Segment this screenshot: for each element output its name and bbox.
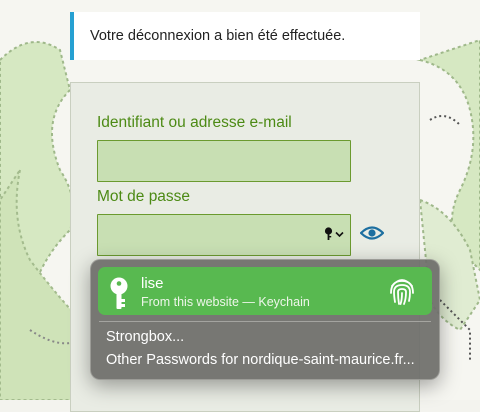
fingerprint-icon [390, 279, 414, 305]
saved-credential-item[interactable]: lise From this website — Keychain [98, 267, 432, 315]
key-icon [324, 227, 333, 240]
username-label: Identifiant ou adresse e-mail [97, 114, 292, 131]
credential-username: lise [141, 275, 164, 292]
password-field[interactable] [97, 214, 351, 256]
other-passwords-option[interactable]: Other Passwords for nordique-saint-mauri… [106, 352, 415, 368]
password-autofill-popup: lise From this website — Keychain Strong… [90, 259, 440, 380]
eye-icon[interactable] [360, 224, 384, 242]
password-autofill-button[interactable] [324, 227, 344, 241]
logout-notice-text: Votre déconnexion a bien été effectuée. [90, 28, 346, 44]
popup-divider [99, 321, 431, 322]
strongbox-option[interactable]: Strongbox... [106, 329, 184, 345]
password-label: Mot de passe [97, 188, 191, 205]
logout-notice: Votre déconnexion a bien été effectuée. [70, 12, 420, 60]
key-icon [110, 277, 128, 309]
credential-source: From this website — Keychain [141, 295, 310, 309]
chevron-down-icon [335, 231, 344, 237]
username-field[interactable] [97, 140, 351, 182]
